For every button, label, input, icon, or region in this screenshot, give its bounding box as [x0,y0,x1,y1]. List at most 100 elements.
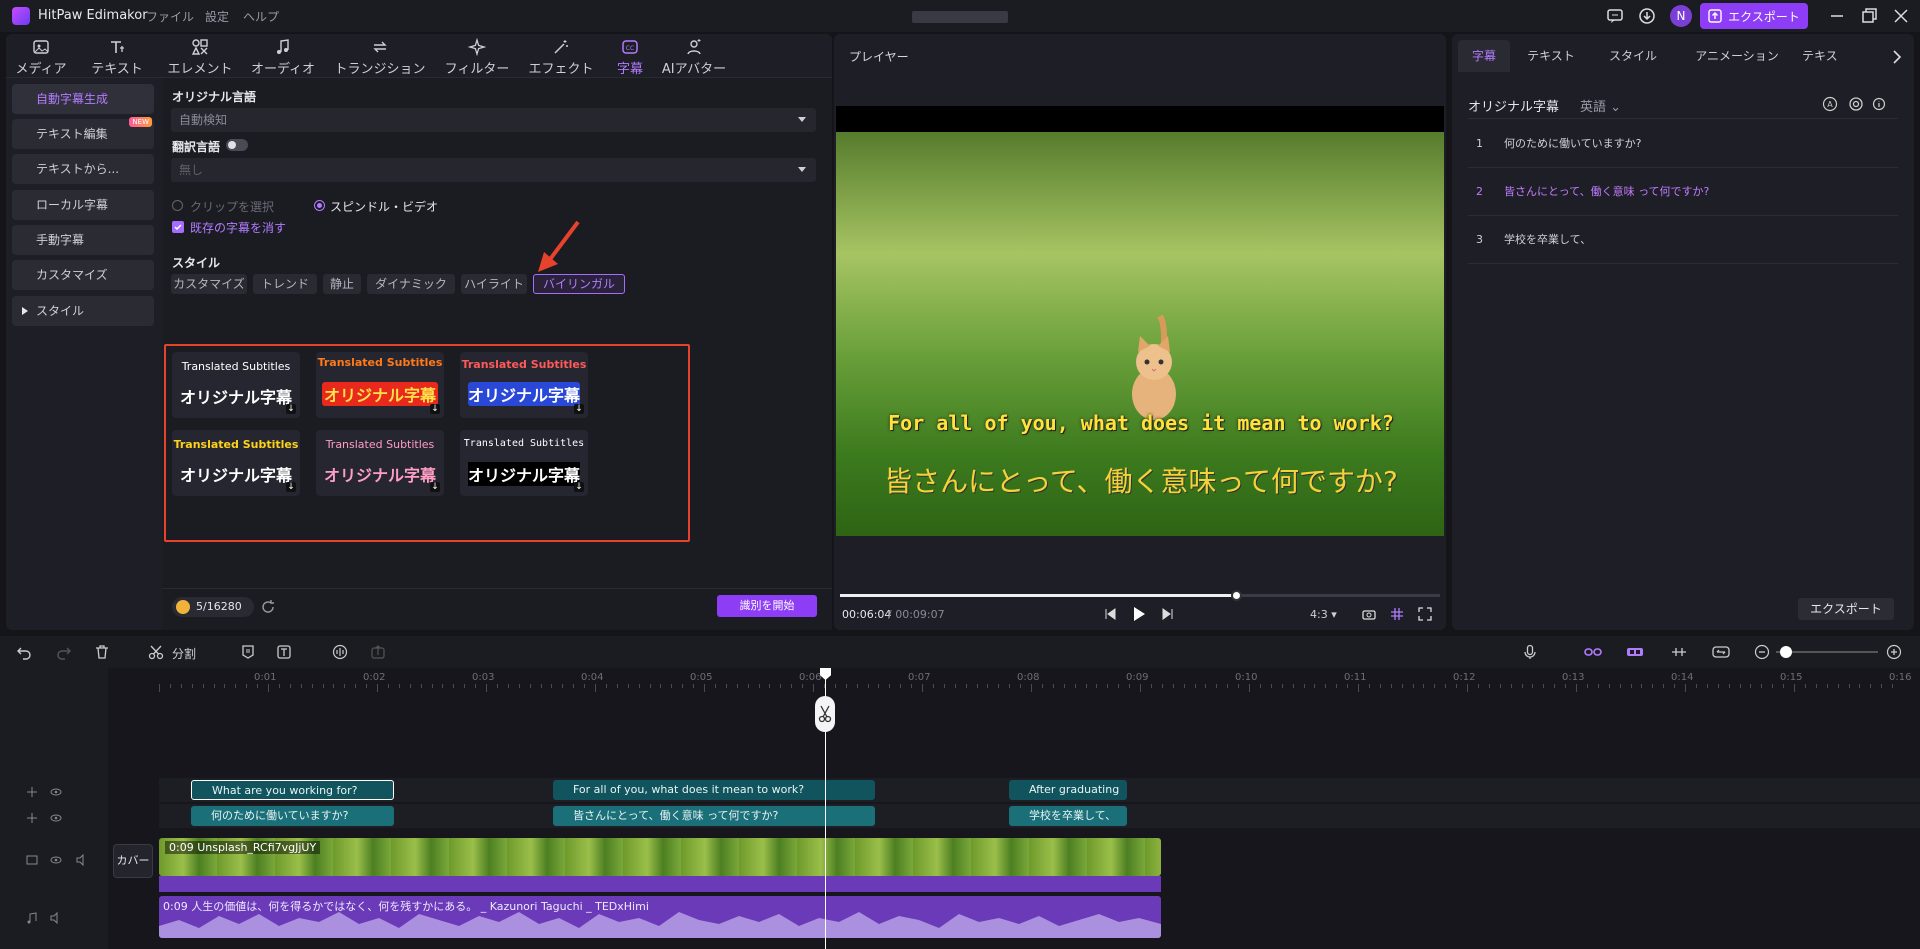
tab-filters[interactable]: フィルター [442,38,512,77]
preset-2[interactable]: Translated Subtitles オリジナル字幕 ↓ [316,352,444,418]
split-scissors-icon[interactable] [148,644,164,660]
subtitle-clip-en[interactable]: What are you working for? [191,780,394,800]
translate-icon[interactable]: A [1822,96,1838,112]
menu-file[interactable]: ファイル [146,8,194,25]
preset-5[interactable]: Translated Subtitles オリジナル字幕 ↓ [316,430,444,496]
audio-detach-icon[interactable] [332,644,348,660]
redo-icon[interactable] [56,644,72,660]
translate-toggle[interactable] [226,139,248,151]
progress-knob[interactable] [1231,590,1242,601]
feedback-icon[interactable] [1606,7,1624,25]
trim-icon[interactable] [1670,644,1688,660]
subtitle-clip-en[interactable]: For all of you, what does it mean to wor… [553,780,875,800]
style-chip-static[interactable]: 静止 [323,274,361,294]
style-chip-trend[interactable]: トレンド [253,274,317,294]
chevron-right-icon[interactable] [1892,50,1902,64]
nav-text-edit[interactable]: テキスト編集 NEW [12,117,154,149]
video-clip[interactable]: 0:09 Unsplash_RCfi7vgJjUY [159,838,1161,876]
translate-language-select[interactable]: 無し [171,158,816,182]
preset-3[interactable]: Translated Subtitles オリジナル字幕 ↓ [460,352,588,418]
aspect-ratio-select[interactable]: 4:3 ▾ [1310,608,1337,621]
split-label[interactable]: 分割 [172,645,196,662]
play-icon[interactable] [1132,606,1146,622]
nav-auto-subtitle[interactable]: 自動字幕生成 [12,84,154,114]
style-chip-dynamic[interactable]: ダイナミック [367,274,455,294]
tab-style[interactable]: スタイル [1594,40,1672,72]
undo-icon[interactable] [16,644,32,660]
preset-1[interactable]: Translated Subtitles オリジナル字幕 ↓ [172,352,300,418]
prev-frame-icon[interactable] [1104,608,1116,620]
export-clip-icon[interactable] [370,644,386,660]
tab-elements[interactable]: エレメント [162,38,238,77]
subtitle-row[interactable]: 3 学校を卒業して、 [1468,216,1898,264]
grid-icon[interactable] [1390,607,1404,621]
eye-icon[interactable] [50,786,62,798]
close-icon[interactable] [1892,7,1910,25]
style-chip-highlight[interactable]: ハイライト [461,274,527,294]
subtitle-clip-en[interactable]: After graduating [1009,780,1127,800]
eye-icon[interactable] [50,854,62,866]
speaker-icon[interactable] [50,912,62,924]
subtitle-row[interactable]: 2 皆さんにとって、働く意味 って何ですか? [1468,168,1898,216]
tab-subtitles[interactable]: CC 字幕 [610,38,650,77]
export-subtitles-button[interactable]: エクスポート [1798,598,1894,620]
tab-transitions[interactable]: トランジション [332,38,428,77]
eye-icon[interactable] [50,812,62,824]
preset-6[interactable]: Translated Subtitles オリジナル字幕 ↓ [460,430,588,496]
subtitle-row[interactable]: 1 何のために働いていますか? [1468,120,1898,168]
magnet-snap-icon[interactable] [1626,644,1644,660]
subtitle-clip-ja[interactable]: 学校を卒業して、 [1009,806,1127,826]
video-preview[interactable]: For all of you, what does it mean to wor… [836,106,1444,536]
microphone-icon[interactable] [1522,644,1538,660]
delete-icon[interactable] [94,644,110,660]
start-recognition-button[interactable]: 識別を開始 [717,595,817,617]
settings-gear-icon[interactable] [1848,96,1864,112]
maximize-icon[interactable] [1860,7,1878,25]
speaker-icon[interactable] [76,854,88,866]
tab-audio[interactable]: オーディオ [248,38,318,77]
tab-media[interactable]: メディア [14,38,68,77]
tab-right-text[interactable]: テキスト [1516,40,1586,72]
snapshot-icon[interactable] [1362,608,1376,620]
export-button-top[interactable]: エクスポート [1700,3,1808,29]
marker-icon[interactable] [240,644,256,660]
fullscreen-icon[interactable] [1418,607,1432,621]
playback-progress[interactable] [840,590,1440,601]
tab-animation[interactable]: アニメーション [1678,40,1796,72]
tab-text[interactable]: テキスト [86,38,148,77]
clear-existing-checkbox[interactable] [172,221,184,233]
download-icon[interactable] [1638,7,1656,25]
original-language-select[interactable]: 自動検知 [171,108,816,132]
menu-help[interactable]: ヘルプ [243,8,279,25]
subtitle-language-select[interactable]: 英語 ⌄ [1580,96,1621,115]
tab-subtitle[interactable]: 字幕 [1458,40,1510,72]
nav-style[interactable]: スタイル [12,296,154,326]
zoom-in-icon[interactable] [1886,644,1902,660]
playhead-split-button[interactable] [815,696,835,732]
radio-select-clip[interactable] [172,200,183,211]
subtitle-clip-ja[interactable]: 皆さんにとって、働く意味 って何ですか? [553,806,875,826]
tab-effects[interactable]: エフェクト [526,38,596,77]
minimize-icon[interactable] [1828,7,1846,25]
avatar[interactable]: N [1670,5,1692,27]
refresh-icon[interactable] [260,599,276,615]
text-box-icon[interactable] [276,644,292,660]
nav-customize[interactable]: カスタマイズ [12,260,154,290]
next-frame-icon[interactable] [1162,608,1174,620]
menu-settings[interactable]: 設定 [205,8,229,25]
preset-4[interactable]: Translated Subtitles オリジナル字幕 ↓ [172,430,300,496]
fit-timeline-icon[interactable] [1712,644,1730,660]
tab-text-more[interactable]: テキス [1802,40,1864,72]
audio-clip[interactable]: 0:09 人生の価値は、何を得るかではなく、何を残すかにある。 _ Kazuno… [159,896,1161,938]
link-clips-icon[interactable] [1584,644,1602,660]
nav-text-to[interactable]: テキストから... [12,154,154,184]
radio-whole-video[interactable] [314,200,325,211]
zoom-slider-knob[interactable] [1780,646,1792,658]
zoom-out-icon[interactable] [1754,644,1770,660]
cover-button[interactable]: カバー [113,844,153,878]
style-chip-bilingual[interactable]: バイリンガル [533,274,625,294]
tab-ai-avatar[interactable]: AIアバター [656,38,732,77]
nav-manual-subtitle[interactable]: 手動字幕 [12,225,154,255]
info-icon[interactable] [1872,96,1886,112]
style-chip-customize[interactable]: カスタマイズ [171,274,247,294]
